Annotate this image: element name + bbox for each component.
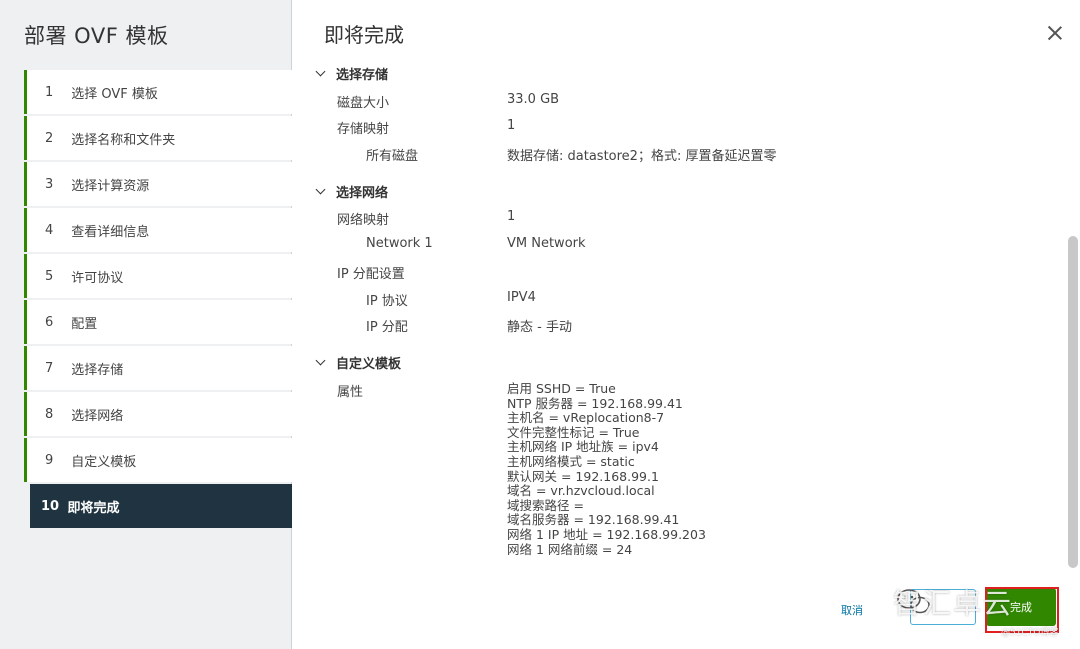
- ip-alloc-value: 静态 - 手动: [507, 320, 572, 335]
- step-number: 2: [45, 130, 54, 146]
- all-disks-value: 数据存储: datastore2；格式: 厚置备延迟置零: [507, 149, 777, 164]
- chevron-down-icon: [315, 355, 326, 366]
- ip-protocol-label: IP 协议: [366, 294, 408, 309]
- step-number: 4: [45, 222, 54, 238]
- main-panel: 即将完成 选择存储 磁盘大小 33.0 GB 存储映射 1 所有磁盘 数据存储:…: [293, 0, 1080, 649]
- ip-alloc-settings-label: IP 分配设置: [337, 267, 405, 282]
- step-number: 1: [45, 84, 54, 100]
- property-item: 主机网络模式 = static: [507, 453, 635, 469]
- step-label: 许可协议: [71, 270, 124, 286]
- properties-list: 启用 SSHD = True NTP 服务器 = 192.168.99.41 主…: [507, 381, 706, 557]
- step-8[interactable]: 8 选择网络: [24, 392, 292, 436]
- step-number: 6: [45, 314, 54, 330]
- step-label: 选择 OVF 模板: [71, 86, 158, 102]
- step-9[interactable]: 9 自定义模板: [24, 438, 292, 482]
- wizard-steps: 1 选择 OVF 模板 2 选择名称和文件夹 3 选择计算资源 4 查看详细信息…: [24, 70, 292, 530]
- finish-button[interactable]: 完成: [986, 588, 1056, 626]
- step-label: 查看详细信息: [71, 224, 150, 240]
- property-item: 文件完整性标记 = True: [507, 424, 640, 440]
- chevron-down-icon: [315, 184, 326, 195]
- close-icon[interactable]: [1048, 26, 1062, 40]
- property-item: 启用 SSHD = True: [507, 381, 616, 396]
- step-number: 9: [45, 452, 54, 468]
- step-number: 7: [45, 360, 54, 376]
- back-button[interactable]: [910, 589, 976, 625]
- step-7[interactable]: 7 选择存储: [24, 346, 292, 390]
- property-item: 网络 1 网络前缀 = 24: [507, 541, 633, 557]
- step-4[interactable]: 4 查看详细信息: [24, 208, 292, 252]
- disk-size-label: 磁盘大小: [337, 96, 390, 111]
- step-label: 配置: [71, 316, 98, 332]
- property-item: 主机名 = vReplocation8-7: [507, 410, 665, 426]
- property-item: 默认网关 = 192.168.99.1: [507, 468, 659, 484]
- chevron-down-icon: [315, 66, 326, 77]
- step-label: 选择网络: [71, 408, 124, 424]
- section-network-toggle[interactable]: 选择网络: [315, 182, 389, 201]
- finish-button-label: 完成: [1010, 601, 1032, 614]
- step-10-active[interactable]: 10 即将完成: [30, 484, 292, 528]
- ip-protocol-value: IPV4: [507, 290, 536, 305]
- step-number: 5: [45, 268, 54, 284]
- step-3[interactable]: 3 选择计算资源: [24, 162, 292, 206]
- wizard-title: 部署 OVF 模板: [24, 24, 169, 48]
- network1-label: Network 1: [366, 236, 433, 251]
- step-1[interactable]: 1 选择 OVF 模板: [24, 70, 292, 114]
- property-item: 网络 1 IP 地址 = 192.168.99.203: [507, 526, 706, 542]
- page-title: 即将完成: [324, 23, 404, 47]
- section-network-heading: 选择网络: [336, 186, 389, 201]
- step-2[interactable]: 2 选择名称和文件夹: [24, 116, 292, 160]
- section-template-toggle[interactable]: 自定义模板: [315, 353, 402, 372]
- step-number: 3: [45, 176, 54, 192]
- network-mapping-label: 网络映射: [337, 213, 390, 228]
- step-label: 选择计算资源: [71, 178, 150, 194]
- section-storage-toggle[interactable]: 选择存储: [315, 64, 389, 83]
- cancel-button[interactable]: 取消: [841, 602, 863, 618]
- disk-size-value: 33.0 GB: [507, 92, 560, 107]
- scrollbar-thumb[interactable]: [1068, 236, 1078, 568]
- step-label: 即将完成: [67, 500, 120, 516]
- property-item: NTP 服务器 = 192.168.99.41: [507, 395, 683, 411]
- section-storage-heading: 选择存储: [336, 68, 389, 83]
- storage-mapping-label: 存储映射: [337, 122, 390, 137]
- wizard-sidebar: 部署 OVF 模板 1 选择 OVF 模板 2 选择名称和文件夹 3 选择计算资…: [0, 0, 292, 649]
- watermark-subtext: @51CTO博客: [1001, 628, 1059, 638]
- section-template-heading: 自定义模板: [336, 357, 402, 372]
- property-item: 域名 = vr.hzvcloud.local: [507, 483, 655, 499]
- all-disks-label: 所有磁盘: [366, 149, 419, 164]
- step-5[interactable]: 5 许可协议: [24, 254, 292, 298]
- properties-label: 属性: [337, 385, 364, 400]
- step-number: 8: [45, 406, 54, 422]
- storage-mapping-value: 1: [507, 118, 516, 133]
- step-label: 自定义模板: [71, 454, 137, 470]
- step-label: 选择存储: [71, 362, 124, 378]
- network1-value: VM Network: [507, 236, 586, 251]
- step-label: 选择名称和文件夹: [71, 132, 176, 148]
- property-item: 主机网络 IP 地址族 = ipv4: [507, 439, 659, 455]
- ip-alloc-label: IP 分配: [366, 320, 408, 335]
- network-mapping-value: 1: [507, 209, 516, 224]
- step-6[interactable]: 6 配置: [24, 300, 292, 344]
- step-number: 10: [41, 498, 60, 514]
- property-item: 域名服务器 = 192.168.99.41: [507, 512, 680, 528]
- property-item: 域搜索路径 =: [507, 497, 584, 513]
